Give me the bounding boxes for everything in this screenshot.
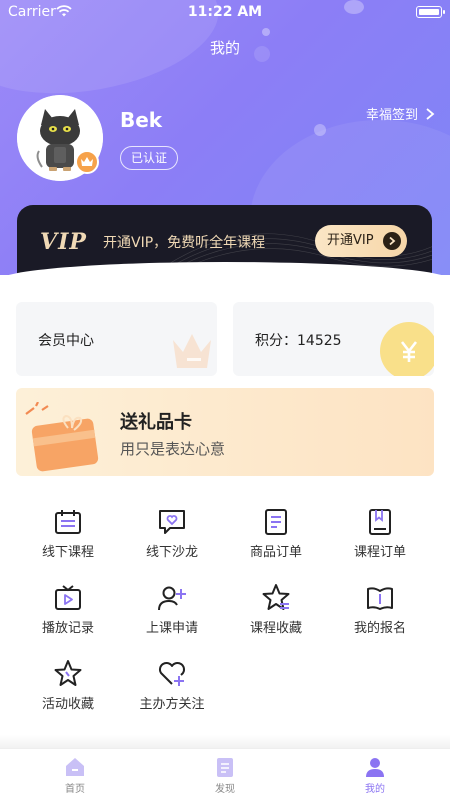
open-vip-button[interactable]: 开通VIP: [315, 225, 407, 257]
chat-heart-icon: [159, 510, 185, 534]
certified-badge: 已认证: [120, 146, 179, 170]
checkin-label: 幸福签到: [365, 108, 418, 123]
grid-item-event-favorites[interactable]: 活动收藏: [16, 652, 120, 722]
grid-item-label: 课程收藏: [249, 621, 302, 636]
grid-item-label: 播放记录: [41, 621, 94, 636]
tab-discover[interactable]: 发现: [150, 749, 300, 800]
grid-item-label: 活动收藏: [41, 697, 94, 712]
status-bar: Carrier 11:22 AM: [0, 0, 450, 24]
heart-add-icon: [158, 661, 186, 686]
grid-item-label: 主办方关注: [139, 697, 205, 712]
bookmark-book-icon: [369, 509, 391, 535]
document-icon: [265, 509, 287, 535]
gift-card-subtitle: 用只是表达心意: [120, 440, 226, 458]
grid-item-label: 线下沙龙: [145, 545, 198, 560]
open-vip-label: 开通VIP: [327, 233, 374, 248]
grid-item-label: 上课申请: [145, 621, 198, 636]
tab-label: 发现: [215, 784, 235, 795]
crown-decoration-icon: [173, 334, 211, 368]
gift-card-banner[interactable]: 送礼品卡 用只是表达心意: [16, 388, 434, 476]
points-value: 14525: [297, 333, 342, 349]
grid-item-offline-course[interactable]: 线下课程: [16, 500, 120, 570]
arrow-right-circle-icon: [383, 232, 401, 250]
page-title: 我的: [209, 39, 240, 57]
calendar-icon: [55, 510, 81, 534]
grid-item-label: 我的报名: [353, 621, 406, 636]
points-text: 积分：14525: [255, 330, 342, 350]
tab-home[interactable]: 首页: [0, 749, 150, 800]
battery-icon: [416, 6, 445, 18]
tab-label: 我的: [365, 784, 385, 795]
tv-play-icon: [55, 585, 81, 610]
clock: 11:22 AM: [187, 4, 263, 20]
checkin-button[interactable]: 幸福签到: [366, 104, 436, 123]
star-list-icon: [262, 584, 290, 610]
grid-item-product-orders[interactable]: 商品订单: [224, 500, 328, 570]
home-icon: [66, 758, 84, 776]
points-label: 积分：: [255, 333, 297, 349]
gift-card-title: 送礼品卡: [120, 412, 192, 433]
star-icon: [54, 660, 82, 686]
vip-crown-badge: [75, 150, 99, 174]
user-name: Bek: [120, 108, 163, 132]
grid-item-course-favorites[interactable]: 课程收藏: [224, 576, 328, 646]
chevron-right-icon: [426, 107, 435, 120]
open-book-icon: [367, 587, 393, 610]
crown-icon: [81, 157, 93, 166]
gift-card-icon: [25, 402, 99, 472]
grid-item-label: 线下课程: [41, 545, 94, 560]
user-add-icon: [158, 586, 186, 611]
vip-promo-text: 开通VIP，免费听全年课程: [103, 235, 266, 251]
tab-profile[interactable]: 我的: [300, 749, 450, 800]
vip-logo: VIP: [40, 229, 87, 255]
grid-item-label: 商品订单: [249, 545, 302, 560]
content-panel-top: [0, 262, 450, 302]
tab-label: 首页: [65, 784, 85, 795]
member-center-label: 会员中心: [38, 333, 94, 349]
grid-item-label: 课程订单: [353, 545, 406, 560]
tabbar-shadow: [0, 735, 450, 749]
tab-bar: 首页 发现 我的: [0, 748, 450, 800]
points-card[interactable]: 积分：14525: [233, 302, 434, 376]
discover-icon: [217, 758, 233, 777]
profile-icon: [366, 758, 384, 777]
grid-item-class-application[interactable]: 上课申请: [120, 576, 224, 646]
grid-item-offline-salon[interactable]: 线下沙龙: [120, 500, 224, 570]
grid-item-my-registrations[interactable]: 我的报名: [328, 576, 432, 646]
grid-item-organizer-follow[interactable]: 主办方关注: [120, 652, 224, 722]
grid-item-course-orders[interactable]: 课程订单: [328, 500, 432, 570]
member-center-card[interactable]: 会员中心: [16, 302, 217, 376]
grid-item-play-history[interactable]: 播放记录: [16, 576, 120, 646]
yuan-coin-icon: [380, 322, 434, 376]
